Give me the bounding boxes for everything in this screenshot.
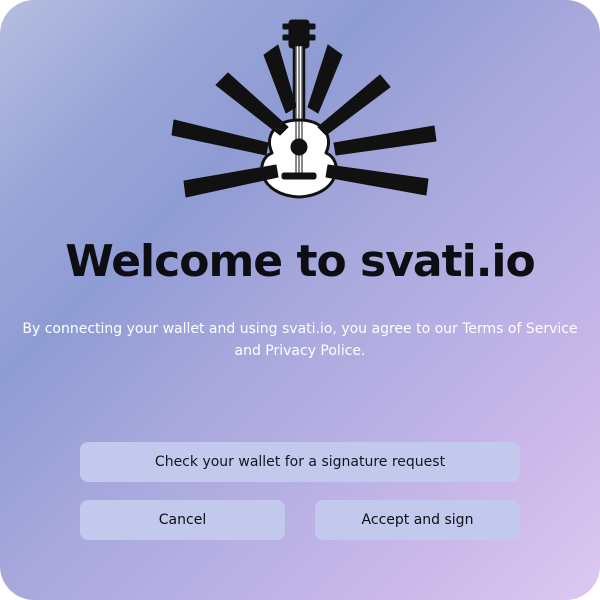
dialog-title: Welcome to svati.io bbox=[65, 236, 536, 287]
welcome-dialog: Welcome to svati.io By connecting your w… bbox=[0, 0, 600, 600]
guitar-with-hands-logo-icon bbox=[171, 19, 437, 199]
accept-and-sign-button[interactable]: Accept and sign bbox=[315, 500, 520, 540]
cancel-button[interactable]: Cancel bbox=[80, 500, 285, 540]
signature-request-status: Check your wallet for a signature reques… bbox=[80, 442, 520, 482]
terms-notice: By connecting your wallet and using svat… bbox=[22, 321, 578, 359]
